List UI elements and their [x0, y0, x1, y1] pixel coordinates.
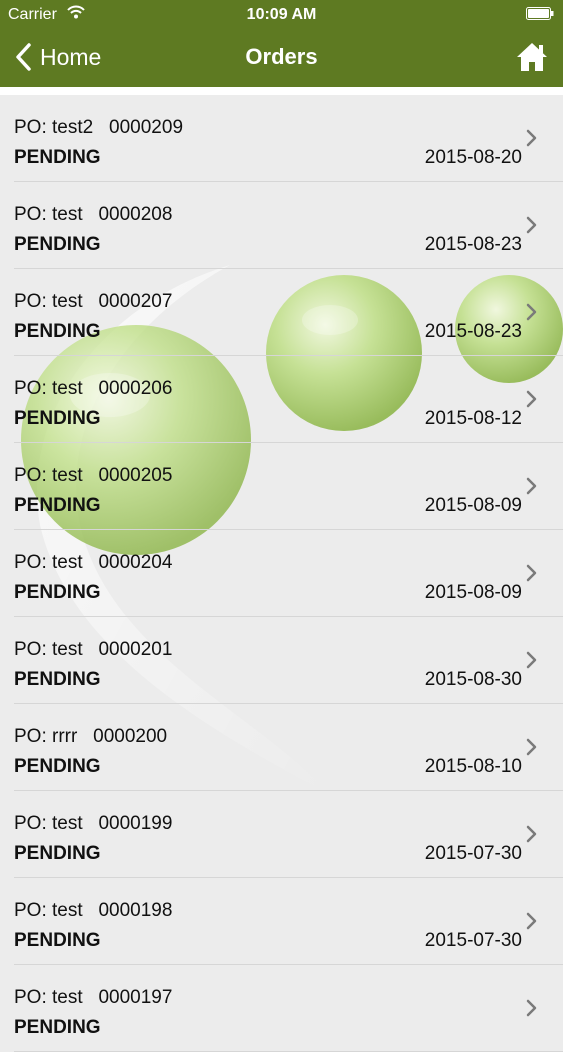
po-label: PO: rrrr 0000200 — [14, 726, 168, 747]
order-row[interactable]: PO: test 0000206 PENDING 2015-08-12 — [0, 356, 563, 443]
po-label: PO: test 0000201 — [14, 639, 173, 660]
status-label: PENDING — [14, 147, 101, 168]
order-row[interactable]: PO: test 0000197 PENDING — [0, 965, 563, 1052]
order-row[interactable]: PO: test 0000207 PENDING 2015-08-23 — [0, 269, 563, 356]
po-label: PO: test 0000204 — [14, 552, 173, 573]
order-row[interactable]: PO: test 0000198 PENDING 2015-07-30 — [0, 878, 563, 965]
date-label: 2015-08-09 — [424, 582, 522, 603]
date-label: 2015-08-20 — [424, 147, 522, 168]
po-label: PO: test 0000199 — [14, 813, 173, 834]
order-row[interactable]: PO: test 0000199 PENDING 2015-07-30 — [0, 791, 563, 878]
chevron-right-icon — [526, 912, 537, 930]
po-label: PO: test 0000198 — [14, 900, 173, 921]
chevron-right-icon — [526, 651, 537, 669]
home-icon[interactable] — [515, 40, 549, 74]
status-label: PENDING — [14, 843, 101, 864]
date-label: 2015-08-09 — [424, 495, 522, 516]
status-label: PENDING — [14, 321, 101, 342]
order-row[interactable]: PO: test 0000208 PENDING 2015-08-23 — [0, 182, 563, 269]
status-bar: Carrier 10:09 AM — [0, 0, 563, 28]
date-label: 2015-08-23 — [424, 234, 522, 255]
order-row[interactable]: PO: test 0000201 PENDING 2015-08-30 — [0, 617, 563, 704]
status-label: PENDING — [14, 234, 101, 255]
status-label: PENDING — [14, 1017, 101, 1038]
date-label: 2015-08-30 — [424, 669, 522, 690]
po-label: PO: test 0000197 — [14, 987, 173, 1008]
status-time: 10:09 AM — [246, 6, 317, 23]
battery-icon — [526, 7, 554, 20]
po-label: PO: test 0000207 — [14, 291, 173, 312]
status-label: PENDING — [14, 930, 101, 951]
order-row[interactable]: PO: rrrr 0000200 PENDING 2015-08-10 — [0, 704, 563, 791]
date-label: 2015-08-12 — [424, 408, 522, 429]
date-label: 2015-08-10 — [424, 756, 522, 777]
status-label: PENDING — [14, 408, 101, 429]
date-label: 2015-07-30 — [424, 930, 522, 951]
chevron-right-icon — [526, 477, 537, 495]
app-header: Carrier 10:09 AM Home Orders — [0, 0, 563, 87]
chevron-right-icon — [526, 999, 537, 1017]
po-label: PO: test 0000205 — [14, 465, 173, 486]
status-label: PENDING — [14, 669, 101, 690]
order-row[interactable]: PO: test 0000205 PENDING 2015-08-09 — [0, 443, 563, 530]
po-label: PO: test2 0000209 — [14, 117, 184, 138]
page-title: Orders — [245, 44, 318, 69]
po-label: PO: test 0000206 — [14, 378, 173, 399]
po-label: PO: test 0000208 — [14, 204, 173, 225]
chevron-right-icon — [526, 216, 537, 234]
chevron-right-icon — [526, 825, 537, 843]
date-label: 2015-07-30 — [424, 843, 522, 864]
status-label: PENDING — [14, 756, 101, 777]
chevron-right-icon — [526, 738, 537, 756]
order-row[interactable]: PO: test2 0000209 PENDING 2015-08-20 — [0, 95, 563, 182]
order-list: PO: test2 0000209 PENDING 2015-08-20 PO:… — [0, 95, 563, 1052]
header-divider — [0, 87, 563, 95]
chevron-right-icon — [526, 564, 537, 582]
status-label: PENDING — [14, 495, 101, 516]
status-label: PENDING — [14, 582, 101, 603]
date-label: 2015-08-23 — [424, 321, 522, 342]
chevron-right-icon — [526, 303, 537, 321]
chevron-right-icon — [526, 129, 537, 147]
nav-bar: Home Orders — [0, 28, 563, 87]
chevron-right-icon — [526, 390, 537, 408]
order-row[interactable]: PO: test 0000204 PENDING 2015-08-09 — [0, 530, 563, 617]
